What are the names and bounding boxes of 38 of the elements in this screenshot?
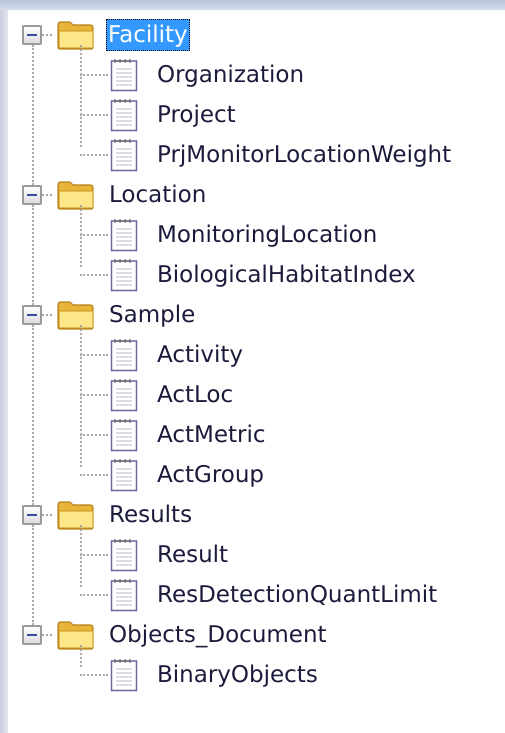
folder-icon [56,500,96,530]
document-icon [110,218,138,252]
document-icon [110,458,138,492]
folder-icon [56,300,96,330]
tree-item-label[interactable]: Objects_Document [106,619,330,651]
document-icon [110,338,138,372]
tree-item-label[interactable]: ActMetric [154,419,268,451]
folder-icon [56,620,96,650]
collapse-toggle[interactable] [22,305,42,325]
document-icon [110,378,138,412]
document-icon [110,98,138,132]
folder-icon [56,180,96,210]
tree-item-label[interactable]: ResDetectionQuantLimit [154,579,440,611]
collapse-toggle[interactable] [22,625,42,645]
document-icon [110,418,138,452]
document-icon [110,58,138,92]
tree-item-label[interactable]: BinaryObjects [154,659,321,691]
tree-item-label[interactable]: ActGroup [154,459,268,491]
tree-item-label[interactable]: MonitoringLocation [154,219,380,251]
tree-item-label[interactable]: Location [106,179,210,211]
tree-item-label[interactable]: Result [154,539,232,571]
tree-item-label[interactable]: BiologicalHabitatIndex [154,259,419,291]
collapse-toggle[interactable] [22,25,42,45]
tree-item-label[interactable]: Activity [154,339,246,371]
tree-item-label[interactable]: Organization [154,59,308,91]
document-icon [110,658,138,692]
tree-item-label[interactable]: Sample [106,299,198,331]
collapse-toggle[interactable] [22,185,42,205]
tree-item-label[interactable]: Results [106,499,196,531]
document-icon [110,258,138,292]
collapse-toggle[interactable] [22,505,42,525]
document-icon [110,138,138,172]
tree-item-label[interactable]: ActLoc [154,379,236,411]
tree-item-label[interactable]: Project [154,99,239,131]
tree-item-label[interactable]: PrjMonitorLocationWeight [154,139,454,171]
document-icon [110,538,138,572]
document-icon [110,578,138,612]
folder-icon [56,20,96,50]
